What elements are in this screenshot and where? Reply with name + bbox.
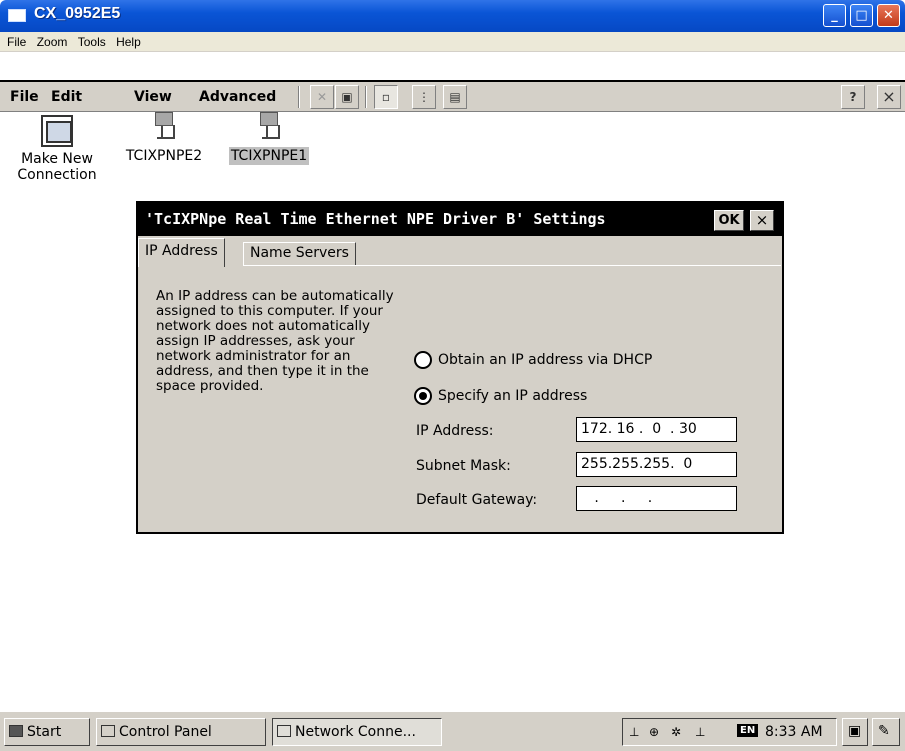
make-new-label: Make New — [21, 151, 93, 167]
tcixpnpe2-label: TCIXPNPE2 — [125, 148, 203, 164]
properties-icon[interactable]: ▣ — [335, 85, 359, 109]
window-title: CX_0952E5 — [34, 5, 121, 22]
tcixpnpe2-item[interactable]: TCIXPNPE2 — [114, 111, 214, 165]
tab-name-servers[interactable]: Name Servers — [243, 242, 356, 265]
menu-file[interactable]: File — [0, 32, 26, 49]
start-label: Start — [27, 724, 62, 740]
network-connections-icon — [277, 725, 291, 737]
tcixpnpe1-item[interactable]: TCIXPNPE1 — [224, 111, 314, 165]
command-bar: File Edit View Advanced ✕ ▣ ▫ ⋮ ▤ ? × — [0, 80, 905, 112]
tcixpnpe1-label: TCIXPNPE1 — [228, 147, 310, 165]
network-adapter-icon — [149, 111, 179, 143]
connection-label: Connection — [17, 167, 97, 183]
taskbar-control-panel[interactable]: Control Panel — [96, 718, 266, 746]
ok-button[interactable]: OK — [714, 210, 744, 231]
help-button[interactable]: ? — [841, 85, 865, 109]
dialog-titlebar: 'TcIXPNpe Real Time Ethernet NPE Driver … — [138, 203, 782, 236]
make-connection-icon — [41, 115, 73, 147]
radio-specify-dot[interactable] — [414, 387, 432, 405]
network-connections-label: Network Conne... — [295, 724, 416, 740]
subnet-mask-label: Subnet Mask: — [416, 458, 511, 474]
radio-dhcp-dot[interactable] — [414, 351, 432, 369]
ip-address-label: IP Address: — [416, 423, 494, 439]
windows-flag-icon — [9, 725, 23, 737]
subnet-mask-field[interactable]: 255.255.255. 0 — [576, 452, 737, 477]
maximize-button[interactable]: □ — [850, 4, 873, 27]
make-new-connection[interactable]: Make New Connection — [12, 115, 102, 183]
radio-dhcp-label: Obtain an IP address via DHCP — [438, 352, 653, 368]
minimize-button[interactable]: _ — [823, 4, 846, 27]
close-button[interactable]: ✕ — [877, 4, 900, 27]
app-icon — [8, 9, 26, 22]
start-button[interactable]: Start — [4, 718, 90, 746]
details-view-icon[interactable]: ▤ — [443, 85, 467, 109]
show-desktop-icon[interactable]: ▣ — [842, 718, 868, 746]
settings-tray-icon[interactable]: ✲ — [671, 725, 681, 739]
menu-tools[interactable]: Tools — [71, 32, 106, 49]
default-gateway-field[interactable]: . . . — [576, 486, 737, 511]
globe-tray-icon[interactable]: ⊕ — [649, 725, 659, 739]
delete-icon[interactable]: ✕ — [310, 85, 334, 109]
input-panel-icon[interactable]: ✎ — [872, 718, 900, 746]
ip-address-field[interactable]: 172. 16 . 0 . 30 — [576, 417, 737, 442]
control-panel-icon — [101, 725, 115, 737]
ce-menu-file[interactable]: File — [10, 89, 39, 105]
system-tray: ⊥ ⊕ ✲ ⊥ EN 8:33 AM — [622, 718, 837, 746]
toolbar-separator — [365, 86, 367, 108]
info-text: An IP address can be automatically assig… — [156, 288, 394, 394]
network-tray-icon[interactable]: ⊥ — [695, 725, 705, 739]
control-panel-label: Control Panel — [119, 724, 212, 740]
ce-menu-view[interactable]: View — [134, 89, 172, 105]
toolbar-separator — [298, 86, 300, 108]
input-language-indicator[interactable]: EN — [737, 724, 759, 737]
radio-specify-label: Specify an IP address — [438, 388, 588, 404]
default-gateway-label: Default Gateway: — [416, 492, 538, 508]
dialog-title: 'TcIXPNpe Real Time Ethernet NPE Driver … — [145, 210, 606, 228]
large-icons-view-icon[interactable]: ▫ — [374, 85, 398, 109]
ce-menu-advanced[interactable]: Advanced — [199, 89, 276, 105]
host-menubar: File Zoom Tools Help — [0, 32, 905, 52]
clock: 8:33 AM — [765, 724, 823, 740]
menu-zoom[interactable]: Zoom — [30, 32, 68, 49]
tab-divider — [243, 265, 781, 266]
dialog-close-button[interactable]: × — [750, 210, 774, 231]
network-tray-icon[interactable]: ⊥ — [629, 725, 639, 739]
ce-menu-edit[interactable]: Edit — [51, 89, 82, 105]
network-adapter-icon — [254, 111, 284, 143]
settings-dialog: 'TcIXPNpe Real Time Ethernet NPE Driver … — [136, 201, 784, 534]
window-titlebar: CX_0952E5 _ □ ✕ — [0, 0, 905, 32]
tab-ip-address[interactable]: IP Address — [138, 238, 225, 267]
ce-close-button[interactable]: × — [877, 85, 901, 109]
menu-help[interactable]: Help — [109, 32, 141, 49]
list-view-icon[interactable]: ⋮ — [412, 85, 436, 109]
taskbar-network-connections[interactable]: Network Conne... — [272, 718, 442, 746]
taskbar: Start Control Panel Network Conne... ⊥ ⊕… — [0, 711, 905, 751]
